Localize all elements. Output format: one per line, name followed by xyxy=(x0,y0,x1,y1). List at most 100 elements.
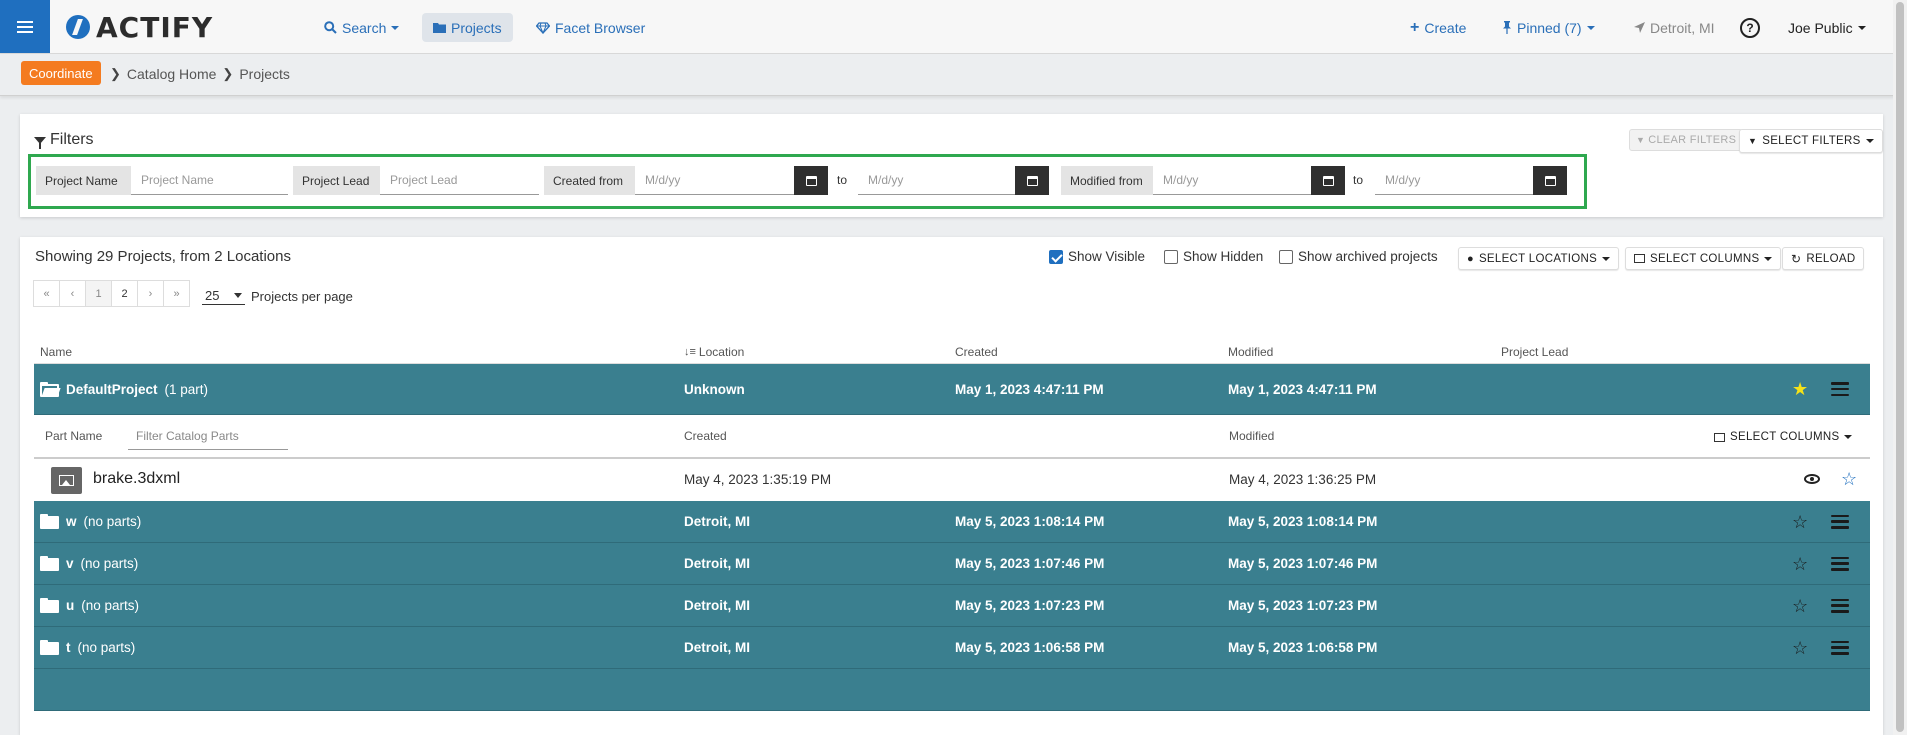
show-hidden-checkbox[interactable]: Show Hidden xyxy=(1164,249,1263,264)
location-selector[interactable]: Detroit, MI xyxy=(1634,13,1715,42)
pin-star-button[interactable]: ☆ xyxy=(1792,627,1808,668)
select-columns-label: SELECT COLUMNS xyxy=(1650,252,1760,265)
project-row[interactable]: t (no parts) Detroit, MI May 5, 2023 1:0… xyxy=(34,627,1870,669)
project-name: v xyxy=(66,556,74,571)
project-menu-button[interactable] xyxy=(1831,543,1849,584)
clear-filters-label: CLEAR FILTERS xyxy=(1648,134,1737,146)
parts-subheader: Part Name Filter Catalog Parts Created M… xyxy=(34,416,1870,458)
modified-to-input[interactable]: M/d/yy xyxy=(1375,166,1533,195)
user-name: Joe Public xyxy=(1788,19,1853,36)
calendar-icon xyxy=(1322,175,1334,186)
pager-last-button[interactable]: » xyxy=(163,280,190,307)
project-created: May 5, 2023 1:06:58 PM xyxy=(955,640,1105,655)
star-outline-icon[interactable]: ☆ xyxy=(1841,469,1857,490)
project-location: Detroit, MI xyxy=(684,556,750,571)
select-filters-button[interactable]: ▼ SELECT FILTERS xyxy=(1739,129,1883,153)
parts-col-part-name[interactable]: Part Name xyxy=(45,429,102,443)
showing-count: Showing 29 Projects, from 2 Locations xyxy=(35,248,291,265)
pager-next-button[interactable]: › xyxy=(137,280,164,307)
nav-projects[interactable]: Projects xyxy=(422,13,513,42)
pager-page-2[interactable]: 2 xyxy=(111,280,138,307)
project-part-count: (no parts) xyxy=(77,640,136,655)
star-outline-icon: ☆ xyxy=(1792,595,1809,616)
projects-panel: Showing 29 Projects, from 2 Locations Sh… xyxy=(20,237,1883,735)
pinned-dropdown[interactable]: Pinned (7) xyxy=(1502,13,1595,42)
diamond-icon xyxy=(536,21,550,34)
show-visible-checkbox[interactable]: Show Visible xyxy=(1049,249,1145,264)
per-page-control: 25 Projects per page xyxy=(202,287,353,305)
project-modified: May 5, 2023 1:08:14 PM xyxy=(1228,514,1378,529)
parts-select-columns-label: SELECT COLUMNS xyxy=(1730,431,1840,443)
project-created: May 5, 2023 1:07:23 PM xyxy=(955,598,1105,613)
created-from-calendar-button[interactable] xyxy=(794,166,828,195)
folder-icon xyxy=(433,23,446,33)
nav-facet-browser[interactable]: Facet Browser xyxy=(525,13,656,42)
created-to-calendar-button[interactable] xyxy=(1015,166,1049,195)
actify-logo[interactable]: ACTIFY xyxy=(66,11,213,44)
reload-icon: ↻ xyxy=(1791,251,1802,266)
parts-col-created[interactable]: Created xyxy=(684,429,727,443)
filter-icon: ▼ xyxy=(1636,135,1646,145)
created-to-input[interactable]: M/d/yy xyxy=(858,166,1015,195)
part-name[interactable]: brake.3dxml xyxy=(93,470,180,488)
project-name-cell: w (no parts) xyxy=(40,501,141,542)
help-button[interactable]: ? xyxy=(1740,13,1760,42)
reload-button[interactable]: ↻ RELOAD xyxy=(1782,247,1865,270)
select-filters-label: SELECT FILTERS xyxy=(1762,135,1861,147)
select-locations-button[interactable]: ● SELECT LOCATIONS xyxy=(1458,247,1620,270)
part-created: May 4, 2023 1:35:19 PM xyxy=(684,472,832,487)
modified-from-input[interactable]: M/d/yy xyxy=(1153,166,1311,195)
show-hidden-label: Show Hidden xyxy=(1183,249,1264,264)
pin-star-button[interactable]: ☆ xyxy=(1792,543,1808,584)
folder-icon xyxy=(40,514,59,529)
project-name-cell: v (no parts) xyxy=(40,543,138,584)
parts-col-modified[interactable]: Modified xyxy=(1229,429,1274,443)
project-menu-button[interactable] xyxy=(1831,501,1849,542)
part-row[interactable]: brake.3dxml May 4, 2023 1:35:19 PM May 4… xyxy=(34,459,1870,501)
project-name-cell: t (no parts) xyxy=(40,627,135,668)
eye-icon[interactable] xyxy=(1804,474,1820,484)
created-from-input[interactable]: M/d/yy xyxy=(635,166,794,195)
pin-star-button[interactable]: ☆ xyxy=(1792,585,1808,626)
project-name-input[interactable]: Project Name xyxy=(131,166,288,195)
modified-from-calendar-button[interactable] xyxy=(1311,166,1345,195)
select-locations-label: SELECT LOCATIONS xyxy=(1478,252,1598,265)
coordinate-badge[interactable]: Coordinate xyxy=(21,61,101,85)
pager-prev-button[interactable]: ‹ xyxy=(59,280,86,307)
project-menu-button[interactable] xyxy=(1831,627,1849,668)
breadcrumb: ❯ Catalog Home ❯ Projects xyxy=(110,66,290,82)
page-scrollbar[interactable] xyxy=(1893,0,1907,735)
select-columns-button[interactable]: SELECT COLUMNS xyxy=(1625,247,1782,270)
project-menu-button[interactable] xyxy=(1831,585,1849,626)
project-row[interactable]: w (no parts) Detroit, MI May 5, 2023 1:0… xyxy=(34,501,1870,543)
project-row-partial[interactable] xyxy=(34,669,1870,711)
user-menu[interactable]: Joe Public xyxy=(1788,13,1866,42)
modified-to-calendar-button[interactable] xyxy=(1533,166,1567,195)
project-name: u xyxy=(66,598,75,613)
modified-from-label: Modified from xyxy=(1061,166,1153,195)
menu-icon xyxy=(1831,514,1849,529)
project-row[interactable]: u (no parts) Detroit, MI May 5, 2023 1:0… xyxy=(34,585,1870,627)
project-name-label: Project Name xyxy=(36,166,131,195)
parts-select-columns-button[interactable]: SELECT COLUMNS xyxy=(1714,426,1853,448)
show-visible-label: Show Visible xyxy=(1068,249,1146,264)
create-button[interactable]: + Create xyxy=(1410,13,1466,42)
folder-icon xyxy=(40,640,59,655)
project-lead-input[interactable]: Project Lead xyxy=(380,166,539,195)
project-row[interactable]: v (no parts) Detroit, MI May 5, 2023 1:0… xyxy=(34,543,1870,585)
pin-star-button[interactable]: ☆ xyxy=(1792,501,1808,542)
clear-filters-button[interactable]: ▼ CLEAR FILTERS xyxy=(1629,129,1744,151)
scrollbar-thumb[interactable] xyxy=(1896,2,1904,732)
hamburger-menu-button[interactable] xyxy=(0,0,50,53)
filter-catalog-parts-input[interactable]: Filter Catalog Parts xyxy=(128,422,288,450)
breadcrumb-catalog-home[interactable]: Catalog Home xyxy=(127,66,217,82)
columns-icon xyxy=(1634,254,1645,263)
show-archived-checkbox[interactable]: Show archived projects xyxy=(1279,249,1438,264)
location-arrow-icon xyxy=(1634,22,1645,33)
chevron-down-icon xyxy=(1857,25,1866,30)
nav-search[interactable]: Search xyxy=(313,13,410,42)
pager-first-button[interactable]: « xyxy=(33,280,60,307)
star-outline-icon: ☆ xyxy=(1792,637,1809,658)
pager-page-1[interactable]: 1 xyxy=(85,280,112,307)
per-page-select[interactable]: 25 xyxy=(202,287,245,305)
